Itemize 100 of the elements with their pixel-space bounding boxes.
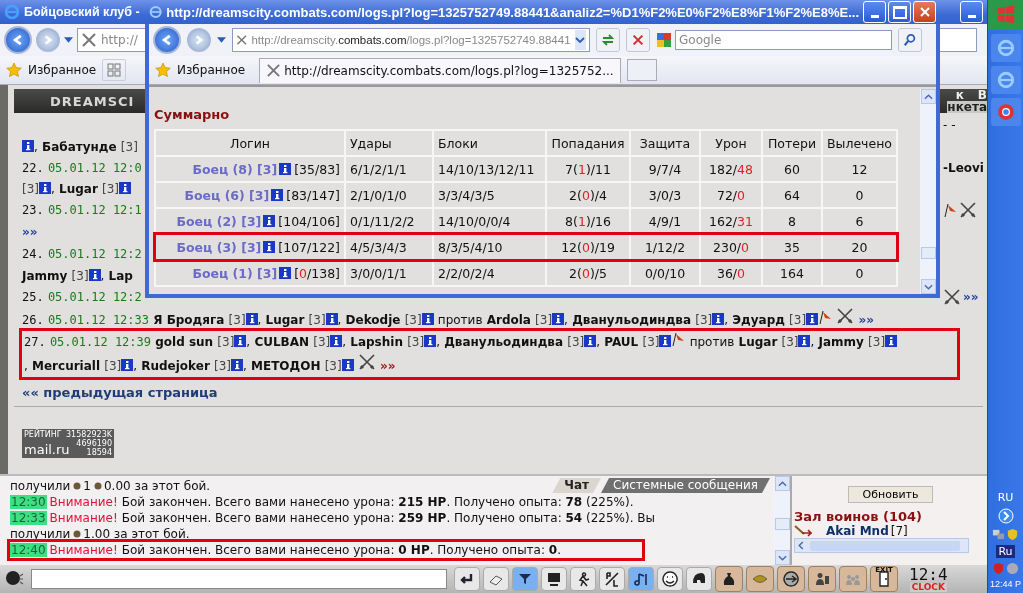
scroll-up-button[interactable] [774, 476, 790, 491]
browser-tab[interactable]: http://dreamscity.combats.com/logs.pl?log=1325752... [259, 57, 621, 83]
scroll-down-button[interactable] [774, 550, 790, 565]
info-icon[interactable] [231, 359, 243, 371]
more-link[interactable]: »» [858, 313, 874, 327]
info-icon[interactable] [330, 335, 343, 347]
scroll-thumb[interactable] [920, 247, 936, 259]
scrollbar[interactable] [794, 538, 969, 553]
stop-button[interactable] [626, 28, 650, 52]
info-icon[interactable] [39, 182, 51, 194]
player-name[interactable]: Эдуард [732, 313, 785, 327]
fraction-icon[interactable] [599, 567, 625, 591]
player-name[interactable]: Dekodje [345, 313, 401, 327]
scrollbar[interactable] [920, 89, 936, 294]
player-name[interactable]: CULBAN [254, 335, 310, 349]
info-icon[interactable] [279, 266, 292, 279]
search-field[interactable]: Google [675, 30, 892, 50]
info-icon[interactable] [584, 335, 597, 347]
info-icon[interactable] [245, 313, 258, 325]
dropdown-icon[interactable] [64, 37, 73, 43]
more-link[interactable]: »» [22, 224, 38, 239]
player-name[interactable]: Lugar [265, 313, 305, 327]
player-name[interactable]: PAUL [604, 335, 639, 349]
language-indicator[interactable]: RU [997, 491, 1014, 504]
scroll-up-button[interactable] [920, 89, 936, 104]
player-name[interactable]: Я Бродяга [153, 313, 225, 327]
quick-tabs-button[interactable] [102, 59, 127, 81]
info-icon[interactable] [271, 188, 284, 201]
info-icon[interactable] [712, 313, 725, 325]
info-icon[interactable] [341, 359, 354, 371]
fighter-name[interactable]: Боец (2) [3] [176, 213, 262, 229]
info-icon[interactable] [421, 313, 434, 325]
info-icon[interactable] [325, 313, 338, 325]
info-icon[interactable] [119, 182, 131, 194]
person-icon[interactable] [808, 566, 836, 592]
smiley-icon[interactable] [657, 567, 683, 591]
browser-icon[interactable] [990, 66, 1021, 94]
info-icon[interactable] [885, 335, 898, 347]
player-name[interactable]: -Leovi [943, 160, 984, 175]
back-button[interactable] [153, 26, 181, 54]
maximize-button[interactable] [888, 1, 911, 23]
info-icon[interactable] [263, 240, 276, 253]
menu-item[interactable]: к [955, 89, 964, 101]
fighter-name[interactable]: Боец (6) [3] [184, 187, 270, 203]
scroll-thumb[interactable] [774, 518, 790, 530]
player-name[interactable]: Jammy [818, 335, 864, 349]
scrollbar[interactable] [774, 476, 790, 565]
favorites-button[interactable]: Избранное [177, 63, 246, 77]
player-name[interactable]: Lapshin [350, 335, 403, 349]
player-name[interactable]: Rudejoker [141, 359, 210, 373]
minimize-button[interactable] [960, 1, 983, 23]
player-name[interactable]: Akai Mnd [826, 524, 889, 538]
helmet-icon[interactable] [686, 567, 712, 591]
fighter-name[interactable]: Боец (8) [3] [192, 161, 278, 177]
enter-icon[interactable] [454, 567, 480, 591]
runner-icon[interactable] [570, 567, 596, 591]
more-link[interactable]: »» [963, 289, 979, 304]
player-name[interactable]: Lugar [738, 335, 778, 349]
info-icon[interactable] [121, 359, 134, 371]
menu-link[interactable]: нкета [947, 101, 987, 113]
network-icon[interactable] [992, 528, 1005, 541]
funnel-icon[interactable] [512, 567, 538, 591]
menu-item[interactable]: В [977, 89, 987, 101]
info-icon[interactable] [659, 335, 672, 347]
minimize-button[interactable] [863, 1, 886, 23]
player-name[interactable]: Lugar [59, 182, 98, 196]
more-link[interactable]: »» [380, 359, 396, 373]
shield-icon[interactable] [1006, 528, 1019, 541]
browser-icon[interactable] [990, 34, 1021, 62]
info-icon[interactable] [424, 335, 437, 347]
scroll-down-button[interactable] [920, 279, 936, 294]
search-button[interactable] [898, 28, 922, 52]
info-icon[interactable] [806, 313, 819, 325]
chat-tab[interactable]: Системные сообщения [601, 478, 770, 493]
previous-page-link[interactable]: «« предыдущая страница [14, 377, 987, 404]
chat-tab[interactable]: Чат [552, 478, 602, 493]
back-button[interactable] [4, 26, 32, 54]
favorites-button[interactable]: Избранное [28, 63, 97, 77]
player-name[interactable]: Jammy [22, 268, 68, 283]
player-name[interactable]: Дванульодиндва [444, 335, 564, 349]
info-icon[interactable] [552, 313, 565, 325]
fighter-name[interactable]: Боец (1) [3] [192, 265, 278, 281]
close-button[interactable] [913, 1, 936, 23]
refresh-button[interactable] [596, 28, 620, 52]
monitor-icon[interactable] [541, 567, 567, 591]
player-name[interactable]: МЕТОДОН [251, 359, 321, 373]
dropdown-button[interactable] [574, 30, 586, 50]
address-field[interactable]: http://dreamscity.combats.com/logs.pl?log=1325752749.88441 [232, 28, 590, 52]
money-bag-icon[interactable] [715, 566, 743, 592]
info-icon[interactable] [22, 139, 34, 152]
player-name[interactable]: Дванульодиндва [572, 313, 691, 327]
eraser-icon[interactable] [483, 567, 509, 591]
chevron-left-icon[interactable] [798, 541, 804, 550]
info-icon[interactable] [798, 335, 811, 347]
info-icon[interactable] [279, 162, 292, 175]
info-icon[interactable] [88, 268, 101, 281]
player-name[interactable]: Mercuriall [32, 359, 101, 373]
fighter-name[interactable]: Боец (3) [3] [176, 239, 262, 255]
player-name[interactable]: Ardola [486, 313, 531, 327]
player-name[interactable]: gold sun [155, 335, 214, 349]
